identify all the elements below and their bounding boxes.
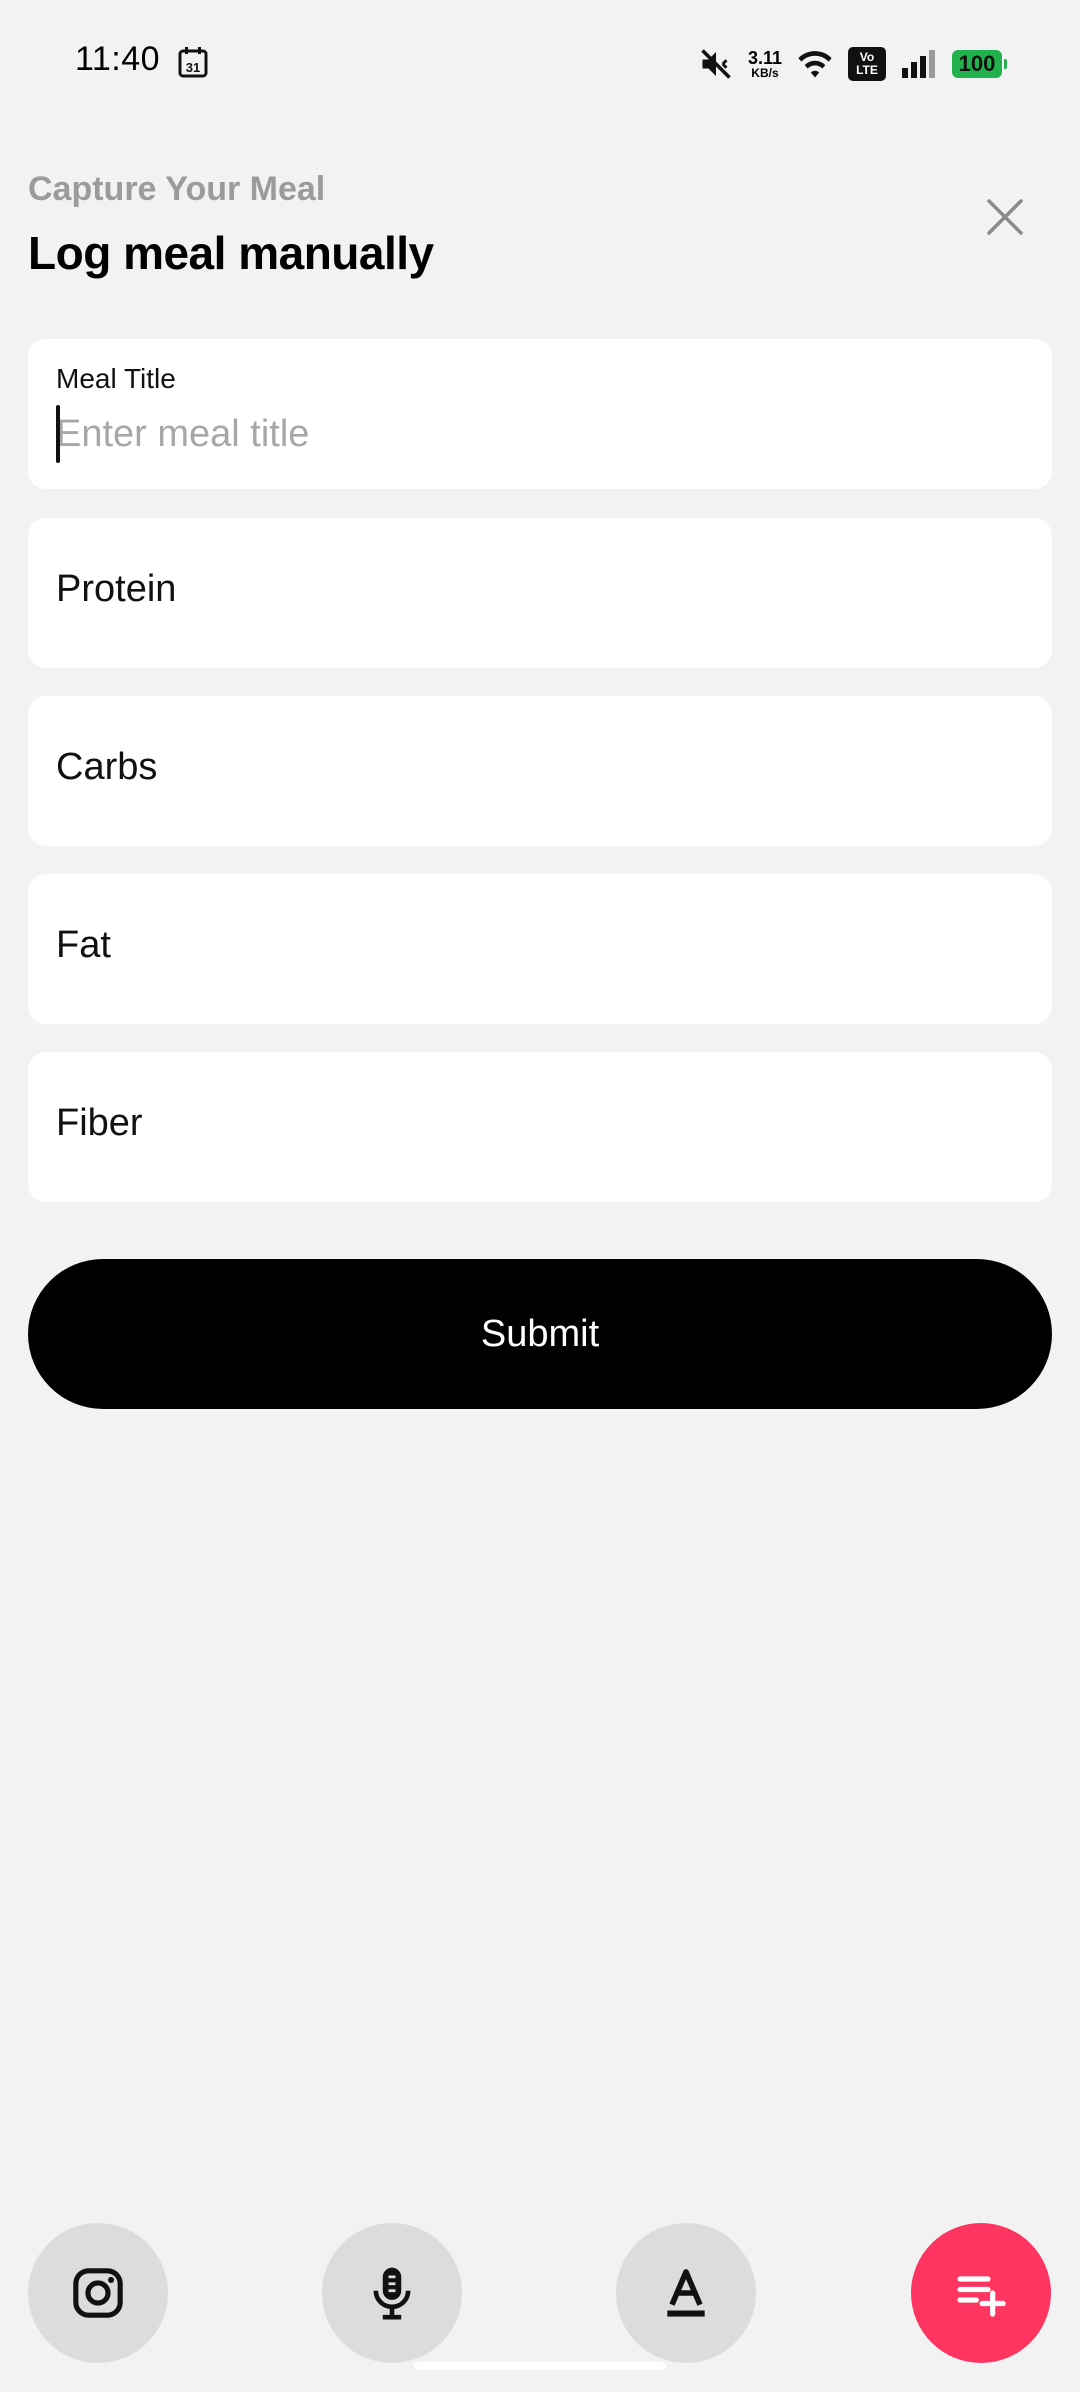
close-icon: [987, 199, 1023, 235]
instagram-button[interactable]: [28, 2223, 168, 2363]
signal-icon: [902, 50, 935, 78]
fat-label: Fat: [56, 924, 111, 966]
carbs-field[interactable]: Carbs: [28, 696, 1052, 846]
carbs-label: Carbs: [56, 746, 158, 788]
wifi-icon: [798, 51, 832, 78]
fiber-label: Fiber: [56, 1102, 143, 1144]
protein-field[interactable]: Protein: [28, 518, 1052, 668]
meal-title-input[interactable]: [56, 403, 1016, 465]
meal-title-field[interactable]: Meal Title: [28, 339, 1052, 489]
status-time: 11:40: [75, 40, 161, 78]
network-speed-unit: KB/s: [751, 66, 779, 80]
status-bar: 11:40 31 3.11 KB/s Vo LTE 100: [0, 0, 1080, 120]
battery-indicator: 100: [952, 50, 1007, 78]
playlist-add-icon: [957, 2276, 1006, 2317]
voice-log-button[interactable]: [322, 2223, 462, 2363]
status-icons: 3.11 KB/s Vo LTE 100: [698, 44, 1007, 84]
close-button[interactable]: [980, 192, 1030, 242]
protein-label: Protein: [56, 568, 177, 610]
text-log-button[interactable]: [616, 2223, 756, 2363]
text-format-icon: [667, 2269, 705, 2317]
instagram-icon: [73, 2268, 123, 2318]
meal-title-label: Meal Title: [56, 363, 176, 394]
submit-button[interactable]: Submit: [28, 1259, 1052, 1409]
network-speed-value: 3.11: [747, 48, 782, 68]
text-cursor: [56, 405, 60, 463]
fat-field[interactable]: Fat: [28, 874, 1052, 1024]
page-title: Log meal manually: [28, 227, 434, 279]
network-speed: 3.11 KB/s: [748, 49, 782, 79]
calendar-icon: 31: [178, 47, 208, 78]
fiber-field[interactable]: Fiber: [28, 1052, 1052, 1202]
volte-badge: Vo LTE: [848, 47, 886, 81]
page-subtitle: Capture Your Meal: [28, 170, 326, 208]
volte-bottom: LTE: [856, 63, 878, 77]
manual-log-button[interactable]: [911, 2223, 1051, 2363]
log-meal-screen: 11:40 31 3.11 KB/s Vo LTE 100 Capture Yo…: [0, 0, 1080, 2392]
microphone-icon: [373, 2267, 411, 2320]
home-indicator: [414, 2362, 666, 2370]
calendar-day: 31: [186, 60, 200, 75]
mute-icon: [701, 49, 731, 79]
